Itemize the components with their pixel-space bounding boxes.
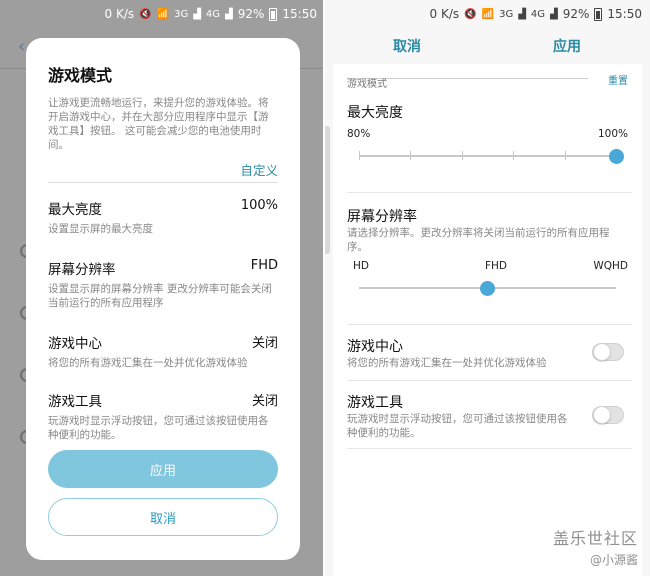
setting-value: FHD — [250, 258, 278, 273]
mute-icon: 🔇 — [464, 8, 477, 20]
toggle-knob — [593, 406, 611, 424]
battery-percent: 92% — [562, 7, 590, 21]
brightness-max-label: 100% — [597, 128, 628, 140]
slider-tick — [513, 151, 515, 160]
signal-icon: ▟ — [193, 8, 201, 20]
game-tools-title: 游戏工具 — [347, 395, 403, 411]
net-speed: 0 K/s — [104, 7, 135, 21]
resolution-option-wqhd[interactable]: WQHD — [593, 260, 628, 272]
setting-desc: 玩游戏时显示浮动按钮，您可通过该按钮使用各种便利的功能。 — [48, 415, 269, 441]
game-mode-dialog: 游戏模式 让游戏更流畅地运行，来提升您的游戏体验。将开启游戏中心，并在大部分应用… — [26, 38, 300, 560]
action-bar: 取消 应用 — [325, 28, 650, 64]
resolution-option-hd[interactable]: HD — [353, 260, 369, 272]
watermark: 盖乐世社区 @小源酱 — [553, 525, 638, 568]
apply-button[interactable]: 应用 — [48, 450, 278, 488]
setting-row-brightness: 最大亮度 100% 设置显示屏的最大亮度 — [48, 198, 278, 236]
game-tools-desc: 玩游戏时显示浮动按钮，您可通过该按钮使用各种便利的功能。 — [347, 413, 568, 439]
setting-row-game-tools: 游戏工具 关闭 玩游戏时显示浮动按钮，您可通过该按钮使用各种便利的功能。 — [48, 390, 278, 442]
setting-desc: 将您的所有游戏汇集在一处并优化游戏体验 — [48, 357, 248, 369]
back-arrow-icon: ‹ — [18, 36, 26, 57]
game-center-toggle[interactable] — [592, 343, 624, 361]
status-bar: 0 K/s 🔇 📶 3G ▟ 4G ▟ 92% 15:50 — [0, 0, 325, 28]
wifi-icon: 📶 — [156, 8, 170, 20]
wifi-icon: 📶 — [481, 8, 495, 20]
slider-tick — [461, 151, 463, 160]
resolution-desc: 请选择分辨率。更改分辨率将关闭当前运行的所有应用程序。 — [347, 227, 610, 253]
setting-title: 游戏中心 — [48, 336, 102, 352]
toggle-knob — [593, 343, 611, 361]
resolution-title: 屏幕分辨率 — [347, 209, 417, 225]
game-center-title: 游戏中心 — [347, 339, 403, 355]
row-divider — [347, 324, 632, 325]
row-divider — [347, 380, 632, 381]
watermark-author: @小源酱 — [589, 553, 638, 567]
cancel-button[interactable]: 取消 — [393, 36, 421, 56]
row-divider — [347, 448, 632, 449]
network-4g-badge: 4G — [530, 8, 546, 20]
left-panel: 0 K/s 🔇 📶 3G ▟ 4G ▟ 92% 15:50 ‹ 游戏模式 让游戏… — [0, 0, 325, 576]
setting-value: 100% — [240, 198, 278, 213]
reset-button[interactable]: 重置 — [602, 72, 628, 87]
status-bar: 0 K/s 🔇 📶 3G ▟ 4G ▟ 92% 15:50 — [325, 0, 650, 28]
network-4g-badge: 4G — [205, 8, 221, 20]
edge-panel-handle[interactable] — [325, 126, 330, 254]
row-divider — [347, 192, 632, 193]
slider-tick — [359, 151, 360, 160]
apply-button[interactable]: 应用 — [553, 36, 581, 56]
network-3g-badge: 3G — [499, 8, 514, 20]
section-label: 游戏模式 — [347, 79, 393, 90]
dialog-divider — [48, 182, 278, 183]
setting-desc: 设置显示屏的屏幕分辨率 更改分辨率可能会关闭当前运行的所有应用程序 — [48, 283, 272, 309]
setting-row-resolution: 屏幕分辨率 FHD 设置显示屏的屏幕分辨率 更改分辨率可能会关闭当前运行的所有应… — [48, 258, 278, 310]
brightness-slider[interactable] — [359, 149, 624, 164]
customize-link[interactable]: 自定义 — [240, 160, 278, 179]
signal-icon: ▟ — [225, 8, 233, 20]
network-3g-badge: 3G — [174, 8, 189, 20]
resolution-slider[interactable] — [359, 281, 616, 296]
clock: 15:50 — [607, 7, 642, 21]
game-center-desc: 将您的所有游戏汇集在一处并优化游戏体验 — [347, 357, 547, 369]
slider-thumb[interactable] — [608, 149, 624, 164]
slider-tick — [410, 151, 412, 160]
setting-value: 关闭 — [251, 336, 278, 351]
brightness-title: 最大亮度 — [347, 105, 403, 121]
setting-row-game-center: 游戏中心 关闭 将您的所有游戏汇集在一处并优化游戏体验 — [48, 332, 278, 370]
setting-desc: 设置显示屏的最大亮度 — [48, 223, 153, 235]
slider-thumb[interactable] — [480, 281, 495, 296]
battery-percent: 92% — [237, 7, 265, 21]
signal-icon: ▟ — [518, 8, 526, 20]
dialog-description: 让游戏更流畅地运行，来提升您的游戏体验。将开启游戏中心，并在大部分应用程序中显示… — [48, 97, 269, 151]
dialog-title: 游戏模式 — [48, 66, 113, 85]
battery-icon — [269, 7, 278, 21]
brightness-min-label: 80% — [347, 128, 371, 140]
cancel-button[interactable]: 取消 — [48, 498, 278, 536]
right-panel: 0 K/s 🔇 📶 3G ▟ 4G ▟ 92% 15:50 取消 应用 游戏模式… — [325, 0, 650, 576]
battery-icon — [594, 7, 603, 21]
setting-value: 关闭 — [251, 394, 278, 409]
slider-tick — [564, 151, 566, 160]
resolution-option-fhd[interactable]: FHD — [485, 260, 507, 272]
watermark-brand: 盖乐世社区 — [552, 529, 638, 548]
settings-card: 游戏模式 重置 最大亮度 80% 100% 屏幕分辨率 请选择分辨率。更改分辨率… — [333, 64, 642, 576]
slider-track — [359, 155, 616, 157]
game-tools-toggle[interactable] — [592, 406, 624, 424]
mute-icon: 🔇 — [139, 8, 152, 20]
setting-title: 游戏工具 — [48, 394, 102, 410]
clock: 15:50 — [282, 7, 317, 21]
setting-title: 屏幕分辨率 — [48, 262, 116, 278]
signal-icon: ▟ — [550, 8, 558, 20]
net-speed: 0 K/s — [429, 7, 460, 21]
section-header: 游戏模式 重置 — [347, 72, 628, 90]
